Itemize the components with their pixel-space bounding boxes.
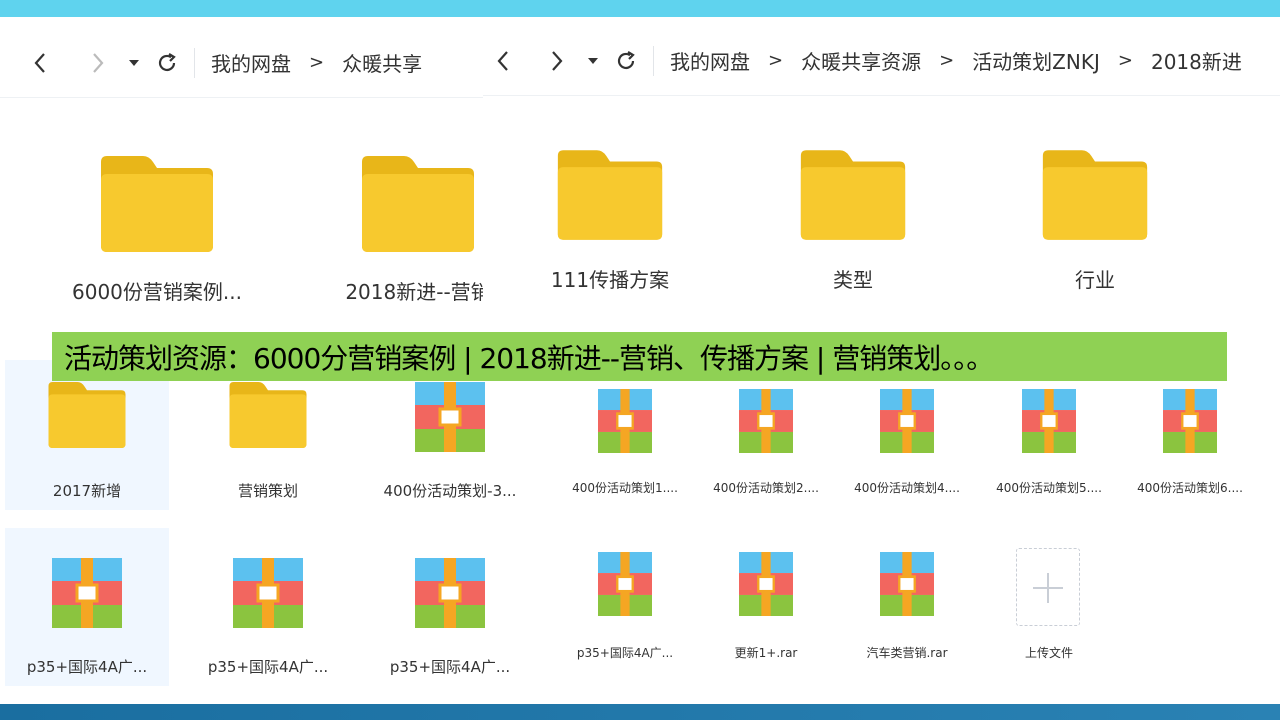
file-window-back: 我的网盘 > 众暖共享 6000份营销案例... 2018新进--营销 <box>0 28 483 348</box>
folder-icon <box>101 156 213 252</box>
file-name: p35+国际4A广... <box>389 658 511 676</box>
folder-icon <box>1042 150 1148 240</box>
forward-icon[interactable] <box>537 41 577 81</box>
folder-icon <box>47 382 127 452</box>
folder-item[interactable]: 111传播方案 <box>510 150 710 293</box>
archive-icon <box>52 558 122 632</box>
folder-name: 行业 <box>1075 268 1115 292</box>
folder-icon <box>557 150 663 240</box>
file-name: 2017新增 <box>52 482 122 500</box>
file-name: p35+国际4A广... <box>26 658 148 676</box>
file-item[interactable]: p35+国际4A广... <box>368 528 532 686</box>
archive-icon <box>880 552 934 620</box>
folder-item[interactable]: 2018新进--营销 <box>318 156 483 305</box>
forward-icon[interactable] <box>78 43 118 83</box>
file-item[interactable]: p35+国际4A广... <box>5 528 169 686</box>
file-item[interactable]: 400份活动策划2.... <box>696 375 836 505</box>
breadcrumb-item[interactable]: 我的网盘 <box>664 46 756 75</box>
archive-icon <box>415 558 485 632</box>
file-name: 400份活动策划5.... <box>996 481 1102 495</box>
archive-icon <box>598 552 652 620</box>
folder-name: 类型 <box>833 268 873 292</box>
file-name: 上传文件 <box>1024 646 1073 660</box>
file-name: 400份活动策划-3... <box>383 482 517 500</box>
folder-name: 2018新进--营销 <box>345 280 483 304</box>
back-icon[interactable] <box>20 43 60 83</box>
file-item[interactable]: 2017新增 <box>5 360 169 510</box>
file-item[interactable]: 更新1+.rar <box>696 540 836 670</box>
breadcrumb-separator: > <box>768 50 784 71</box>
breadcrumb-separator: > <box>1117 50 1133 71</box>
breadcrumb-item[interactable]: 2018新进 <box>1145 46 1248 75</box>
file-name: 汽车类营销.rar <box>866 646 948 660</box>
file-name: 更新1+.rar <box>734 646 798 660</box>
file-item[interactable]: 汽车类营销.rar <box>837 540 977 670</box>
folder-icon <box>800 150 906 240</box>
file-item[interactable]: 400份活动策划1.... <box>555 375 695 505</box>
folder-item[interactable]: 行业 <box>995 150 1195 293</box>
top-accent-bar <box>0 0 1280 17</box>
dropdown-caret-icon[interactable] <box>583 41 603 81</box>
promo-banner: 活动策划资源：6000分营销案例 | 2018新进--营销、传播方案 | 营销策… <box>52 332 1227 381</box>
file-item[interactable]: 400份活动策划5.... <box>979 375 1119 505</box>
upload-file-button[interactable]: 上传文件 <box>979 540 1119 670</box>
breadcrumb-separator: > <box>939 50 955 71</box>
file-item[interactable]: p35+国际4A广... <box>555 540 695 670</box>
refresh-icon[interactable] <box>150 43 184 83</box>
file-item[interactable]: 400份活动策划6.... <box>1120 375 1260 505</box>
archive-icon <box>1163 389 1217 457</box>
nav-divider <box>653 45 654 76</box>
back-icon[interactable] <box>483 41 523 81</box>
file-window-front: 我的网盘 > 众暖共享资源 > 活动策划ZNKJ > 2018新进 111传播方… <box>483 26 1280 341</box>
screen: 我的网盘 > 众暖共享 6000份营销案例... 2018新进--营销 我的网盘… <box>0 0 1280 720</box>
nav-bar: 我的网盘 > 众暖共享 <box>0 28 483 98</box>
bottom-accent-bar <box>0 704 1280 720</box>
folder-icon <box>362 156 474 252</box>
upload-icon <box>1016 548 1080 626</box>
breadcrumb-item[interactable]: 众暖共享资源 <box>795 46 927 75</box>
file-item[interactable]: p35+国际4A广... <box>186 528 350 686</box>
refresh-icon[interactable] <box>609 41 643 81</box>
archive-icon <box>233 558 303 632</box>
folder-name: 111传播方案 <box>550 268 670 292</box>
archive-icon <box>415 382 485 456</box>
file-item[interactable]: 营销策划 <box>186 360 350 510</box>
folder-item[interactable]: 6000份营销案例... <box>57 156 257 305</box>
folder-item[interactable]: 类型 <box>753 150 953 293</box>
archive-icon <box>598 389 652 457</box>
file-name: 400份活动策划6.... <box>1137 481 1243 495</box>
archive-icon <box>880 389 934 457</box>
breadcrumb-item[interactable]: 活动策划ZNKJ <box>966 46 1106 75</box>
file-name: 营销策划 <box>237 482 298 500</box>
breadcrumb-separator: > <box>309 52 325 73</box>
file-name: 400份活动策划4.... <box>854 481 960 495</box>
nav-divider <box>194 47 195 78</box>
file-name: p35+国际4A广... <box>576 646 674 660</box>
archive-icon <box>739 552 793 620</box>
file-name: 400份活动策划2.... <box>713 481 819 495</box>
folder-icon <box>228 382 308 452</box>
breadcrumb-item[interactable]: 众暖共享 <box>336 48 428 77</box>
file-name: 400份活动策划1.... <box>572 481 678 495</box>
file-item[interactable]: 400份活动策划4.... <box>837 375 977 505</box>
folder-name: 6000份营销案例... <box>72 280 242 304</box>
archive-icon <box>739 389 793 457</box>
archive-icon <box>1022 389 1076 457</box>
file-item[interactable]: 400份活动策划-3... <box>368 360 532 510</box>
banner-text: 活动策划资源：6000分营销案例 | 2018新进--营销、传播方案 | 营销策… <box>64 341 994 375</box>
breadcrumb-item[interactable]: 我的网盘 <box>205 48 297 77</box>
dropdown-caret-icon[interactable] <box>124 43 144 83</box>
file-name: p35+国际4A广... <box>207 658 329 676</box>
nav-bar: 我的网盘 > 众暖共享资源 > 活动策划ZNKJ > 2018新进 <box>483 26 1280 96</box>
